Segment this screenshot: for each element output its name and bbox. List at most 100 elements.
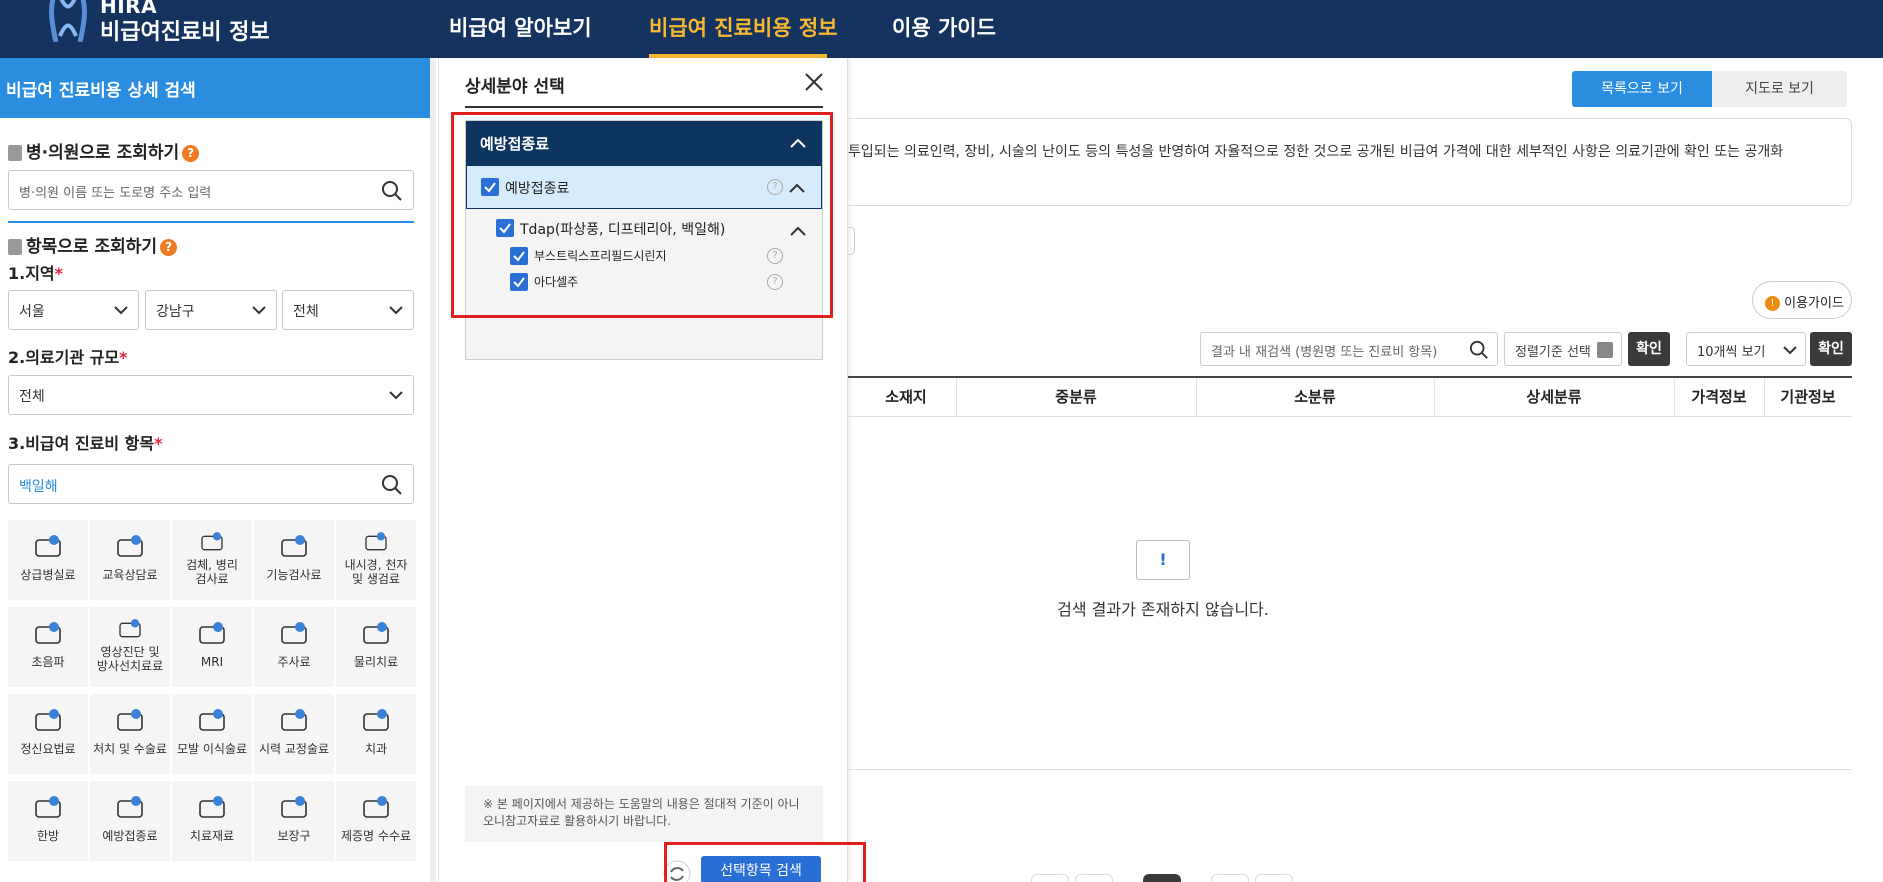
category-tile-label: 모발 이식술료 (176, 742, 248, 756)
help-icon[interactable]: ? (160, 238, 178, 256)
category-tile[interactable]: MRI (172, 607, 252, 687)
category-tile-label: 초음파 (31, 655, 65, 669)
confirm-sort-button[interactable]: 확인 (1628, 332, 1670, 366)
category-tile-label: 영상진단 및 (100, 645, 160, 659)
sort-select[interactable]: 정렬기준 선택 (1504, 332, 1622, 366)
category-tile[interactable]: 물리치료 (336, 607, 416, 687)
per-page-select[interactable]: 10개씩 보기 (1686, 332, 1806, 366)
scale-label: 2.의료기관 규모* (8, 348, 128, 367)
category-tile[interactable]: 보장구 (254, 781, 334, 861)
eye-icon (281, 709, 307, 731)
category-tile-label: 제증명 수수료 (340, 829, 412, 843)
sidebar-scrollbar[interactable] (430, 58, 436, 882)
institution-scale-select[interactable]: 전체 (8, 375, 414, 415)
category-tile[interactable]: 기능검사료 (254, 520, 334, 600)
category-tile-label: 주사료 (277, 655, 311, 669)
panel-title: 상세분야 선택 (465, 77, 565, 97)
region-dong-select[interactable]: 전체 (282, 290, 414, 330)
table-bottom-rule (848, 769, 1852, 770)
category-tile-label: 검체, 병리 (186, 558, 238, 572)
nav-cost-info[interactable]: 비급여 진료비용 정보 (649, 12, 838, 42)
category-tile[interactable]: 초음파 (8, 607, 88, 687)
wheelchair-icon (281, 796, 307, 818)
user-guide-button[interactable]: ! 이용가이드 (1752, 281, 1852, 319)
category-tile-label: 예방접종료 (102, 829, 158, 843)
syringe-icon (281, 622, 307, 644)
category-tile-label: 정신요법료 (20, 742, 76, 756)
top-header: HIRA 비급여진료비 정보 비급여 알아보기 비급여 진료비용 정보 이용 가… (0, 0, 1883, 58)
chevron-down-icon (389, 391, 403, 400)
column-institution-info: 기관정보 (1780, 388, 1836, 406)
category-tile-label: 한방 (36, 829, 60, 843)
function-test-icon (281, 535, 307, 557)
category-tile[interactable]: 제증명 수수료 (336, 781, 416, 861)
region-city-select[interactable]: 서울 (8, 290, 139, 330)
prev-page-button[interactable]: ‹ (1075, 874, 1113, 882)
hospital-search-label: 병·의원으로 조회하기? (8, 138, 200, 163)
category-tile[interactable]: 처치 및 수술료 (90, 694, 170, 774)
chevron-down-icon (389, 306, 403, 315)
category-tile[interactable]: 모발 이식술료 (172, 694, 252, 774)
category-tile[interactable]: 예방접종료 (90, 781, 170, 861)
nav-user-guide[interactable]: 이용 가이드 (892, 12, 996, 42)
info-icon: ! (1765, 296, 1780, 311)
section-divider (8, 221, 414, 223)
last-page-button[interactable]: » (1255, 874, 1293, 882)
search-icon[interactable] (381, 474, 403, 496)
highlight-box (664, 842, 866, 882)
hospital-search-input[interactable]: 병·의원 이름 또는 도로명 주소 입력 (8, 170, 414, 210)
close-icon[interactable] (804, 72, 824, 92)
hidden-control-edge[interactable] (848, 227, 855, 255)
category-tile[interactable]: 내시경, 천자 및 생검료 (336, 520, 416, 600)
category-tile[interactable]: 치료재료 (172, 781, 252, 861)
region-district-select[interactable]: 강남구 (145, 290, 277, 330)
column-middle-category: 중분류 (1055, 388, 1097, 406)
category-tile-label: 시력 교정술료 (258, 742, 330, 756)
item-label: 3.비급여 진료비 항목* (8, 434, 163, 453)
list-view-button[interactable]: 목록으로 보기 (1572, 71, 1712, 107)
search-icon[interactable] (1469, 340, 1489, 360)
category-tile[interactable]: 교육상담료 (90, 520, 170, 600)
category-tile[interactable]: 치과 (336, 694, 416, 774)
table-top-rule (848, 376, 1852, 378)
category-tile[interactable]: 정신요법료 (8, 694, 88, 774)
page-number-button[interactable]: 1 (1143, 874, 1181, 882)
list-icon (8, 239, 22, 255)
hira-logo-icon (49, 0, 87, 42)
category-tile-label: 물리치료 (353, 655, 399, 669)
item-search-label: 항목으로 조회하기? (8, 232, 178, 257)
map-view-button[interactable]: 지도로 보기 (1712, 71, 1847, 107)
sidebar-title: 비급여 진료비용 상세 검색 (0, 58, 435, 118)
logo-text-title[interactable]: 비급여진료비 정보 (100, 14, 270, 46)
category-tile-label: 방사선치료료 (96, 659, 164, 673)
panel-title-rule (465, 106, 823, 108)
category-tile[interactable]: 한방 (8, 781, 88, 861)
category-tile[interactable]: 상급병실료 (8, 520, 88, 600)
category-tile-label: 치과 (364, 742, 388, 756)
category-tile[interactable]: 검체, 병리 검사료 (172, 520, 252, 600)
category-tile[interactable]: 영상진단 및 방사선치료료 (90, 607, 170, 687)
microscope-icon (201, 532, 223, 551)
re-search-input[interactable]: 결과 내 재검색 (병원명 또는 진료비 항목) (1200, 332, 1498, 366)
category-tile[interactable]: 주사료 (254, 607, 334, 687)
category-tile[interactable]: 시력 교정술료 (254, 694, 334, 774)
endoscope-icon (365, 532, 387, 551)
category-tile-label: 처치 및 수술료 (93, 742, 167, 756)
help-icon[interactable]: ? (182, 144, 200, 162)
mri-icon (199, 622, 225, 644)
first-page-button[interactable]: « (1031, 874, 1069, 882)
column-detail-category: 상세분류 (1526, 388, 1582, 406)
category-tile-label: 기능검사료 (266, 568, 322, 582)
category-tile-label: 및 생검료 (352, 572, 400, 586)
certificate-icon (363, 796, 389, 818)
building-icon (8, 145, 22, 161)
empty-message: 검색 결과가 존재하지 않습니다. (1057, 600, 1269, 619)
search-sidebar: 비급여 진료비용 상세 검색 병·의원으로 조회하기? 병·의원 이름 또는 도… (0, 58, 435, 882)
item-search-input[interactable]: 백일해 (8, 464, 414, 504)
next-page-button[interactable]: › (1211, 874, 1249, 882)
confirm-page-button[interactable]: 확인 (1810, 332, 1852, 366)
search-icon[interactable] (381, 180, 403, 202)
detail-category-panel: 상세분야 선택 예방접종료 예방접종료 ? Tdap(파상풍, 디프테리아, 백… (438, 58, 866, 882)
nav-about-noncovered[interactable]: 비급여 알아보기 (449, 12, 592, 42)
chevron-down-icon (114, 306, 128, 315)
